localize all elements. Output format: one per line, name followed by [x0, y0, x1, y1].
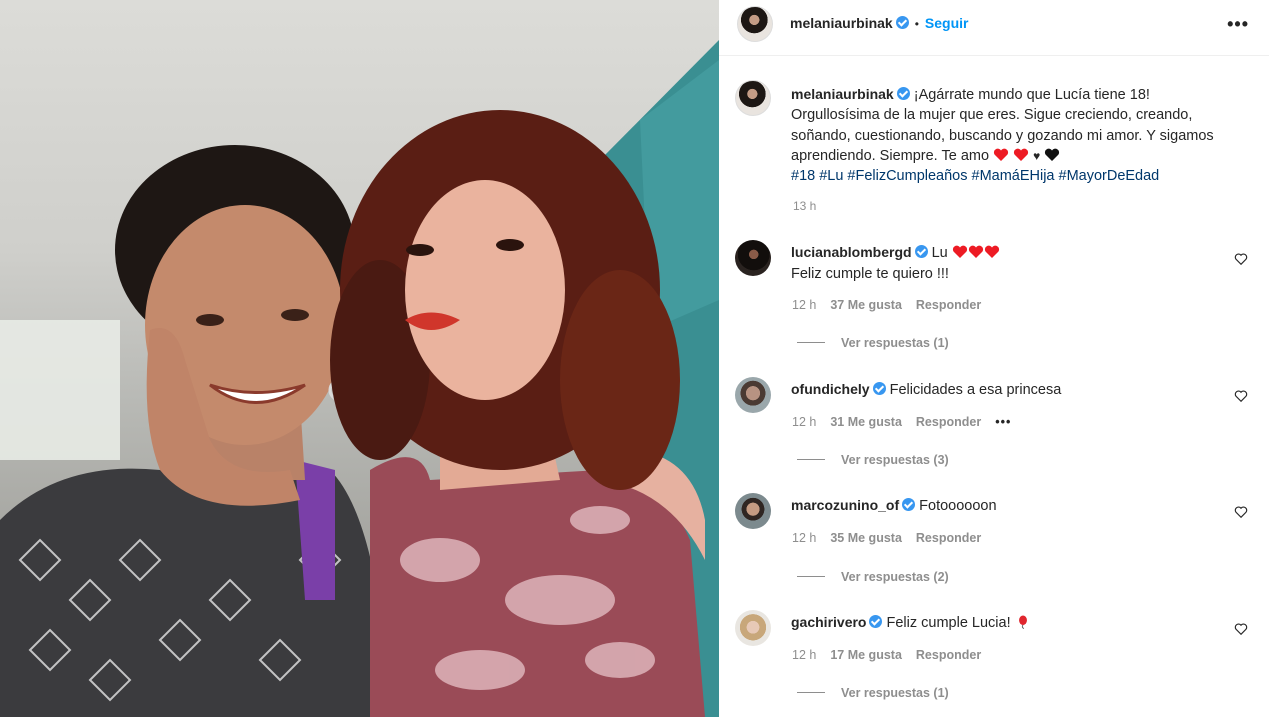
comment-body: Felicidades a esa princesa — [889, 382, 1062, 398]
comment-body: Lu — [931, 245, 948, 261]
comment-time[interactable]: 12 h — [792, 415, 816, 429]
reply-button[interactable]: Responder — [916, 531, 981, 545]
commenter-avatar[interactable] — [735, 240, 771, 276]
red-heart-icon — [993, 148, 1009, 161]
hashtag-link[interactable]: #18 — [791, 168, 815, 184]
hashtag-link[interactable]: #Lu — [819, 168, 843, 184]
commenter-avatar[interactable] — [735, 493, 771, 529]
caption-timestamp[interactable]: 13 h — [793, 199, 816, 213]
comment-time[interactable]: 12 h — [792, 298, 816, 312]
hashtag-link[interactable]: #FelizCumpleaños — [847, 168, 967, 184]
hashtag-link[interactable]: #MamáEHija — [972, 168, 1055, 184]
comment-body: Feliz cumple Lucia! — [886, 615, 1011, 631]
reply-button[interactable]: Responder — [916, 298, 981, 312]
view-replies-label: Ver respuestas (3) — [841, 453, 949, 467]
comment-body-line2: Feliz cumple te quiero !!! — [791, 265, 949, 282]
red-heart-icon — [952, 245, 967, 258]
follow-button[interactable]: Seguir — [925, 15, 969, 31]
verified-badge-icon — [872, 382, 886, 395]
comment-time[interactable]: 12 h — [792, 648, 816, 662]
commenter-username[interactable]: ofundichely — [791, 381, 870, 397]
view-replies-label: Ver respuestas (1) — [841, 686, 949, 700]
verified-badge-icon — [896, 87, 910, 100]
post-photo — [0, 0, 719, 717]
like-heart-icon[interactable] — [1234, 389, 1248, 403]
verified-badge-icon — [895, 16, 909, 29]
separator-dot: • — [914, 17, 919, 31]
verified-badge-icon — [869, 615, 883, 628]
like-heart-icon[interactable] — [1234, 622, 1248, 636]
comment-likes[interactable]: 35 Me gusta — [830, 531, 902, 545]
verified-badge-icon — [914, 245, 928, 258]
comment-time[interactable]: 12 h — [792, 531, 816, 545]
red-heart-icon — [968, 245, 983, 258]
comment-likes[interactable]: 37 Me gusta — [830, 298, 902, 312]
comment-meta: 12 h 31 Me gusta Responder ••• — [792, 415, 1025, 429]
commenter-avatar[interactable] — [735, 377, 771, 413]
caption-author-username[interactable]: melaniaurbinak — [791, 86, 894, 102]
black-heart-icon — [1045, 148, 1060, 161]
post-photo-illustration — [0, 40, 719, 717]
commenter-username[interactable]: marcozunino_of — [791, 497, 899, 513]
replies-line — [797, 342, 825, 343]
author-username[interactable]: melaniaurbinak — [790, 15, 893, 31]
hashtag-list: #18 #Lu #FelizCumpleaños #MamáEHija #MayorDe… — [791, 168, 1163, 184]
author-avatar[interactable] — [737, 6, 773, 42]
comment-meta: 12 h 35 Me gusta Responder — [792, 531, 995, 545]
comment-meta: 12 h 37 Me gusta Responder — [792, 298, 995, 312]
replies-line — [797, 576, 825, 577]
caption-author-avatar[interactable] — [735, 80, 771, 116]
comment-text: ofundichely Felicidades a esa princesa — [791, 379, 1211, 401]
comment-body: Fotoooooon — [919, 498, 997, 514]
comment-text: marcozunino_of Fotoooooon — [791, 495, 1211, 517]
commenter-username[interactable]: gachirivero — [791, 614, 866, 630]
comment-likes[interactable]: 31 Me gusta — [830, 415, 902, 429]
comment-likes[interactable]: 17 Me gusta — [830, 648, 902, 662]
balloon-icon — [1018, 615, 1027, 629]
comment-more-icon[interactable]: ••• — [995, 415, 1011, 429]
comment-text: lucianablombergd Lu Feliz cumple te quie… — [791, 242, 1211, 284]
view-replies-button[interactable]: Ver respuestas (2) — [797, 570, 949, 584]
like-heart-icon[interactable] — [1234, 252, 1248, 266]
verified-badge-icon — [902, 498, 916, 511]
replies-line — [797, 459, 825, 460]
view-replies-button[interactable]: Ver respuestas (1) — [797, 336, 949, 350]
red-heart-icon — [1014, 148, 1029, 161]
more-options-icon[interactable]: ••• — [1227, 14, 1249, 35]
commenter-username[interactable]: lucianablombergd — [791, 244, 912, 260]
view-replies-label: Ver respuestas (1) — [841, 336, 949, 350]
view-replies-label: Ver respuestas (2) — [841, 570, 949, 584]
comment-meta: 12 h 17 Me gusta Responder — [792, 648, 995, 662]
small-heart-icon: ♥ — [1033, 148, 1041, 163]
hashtag-link[interactable]: #MayorDeEdad — [1059, 168, 1160, 184]
red-heart-icon — [984, 245, 999, 258]
reply-button[interactable]: Responder — [916, 648, 981, 662]
header-user-line: melaniaurbinak • Seguir — [790, 14, 968, 33]
like-heart-icon[interactable] — [1234, 505, 1248, 519]
post-sidebar: melaniaurbinak • Seguir ••• melaniaurbinak… — [719, 0, 1269, 717]
replies-line — [797, 692, 825, 693]
post-header: melaniaurbinak • Seguir ••• — [719, 0, 1269, 56]
caption-text-block: melaniaurbinak ¡Agárrate mundo que Lucía… — [791, 84, 1241, 186]
view-replies-button[interactable]: Ver respuestas (1) — [797, 686, 949, 700]
reply-button[interactable]: Responder — [916, 415, 981, 429]
view-replies-button[interactable]: Ver respuestas (3) — [797, 453, 949, 467]
commenter-avatar[interactable] — [735, 610, 771, 646]
comment-text: gachirivero Feliz cumple Lucia! — [791, 612, 1211, 634]
